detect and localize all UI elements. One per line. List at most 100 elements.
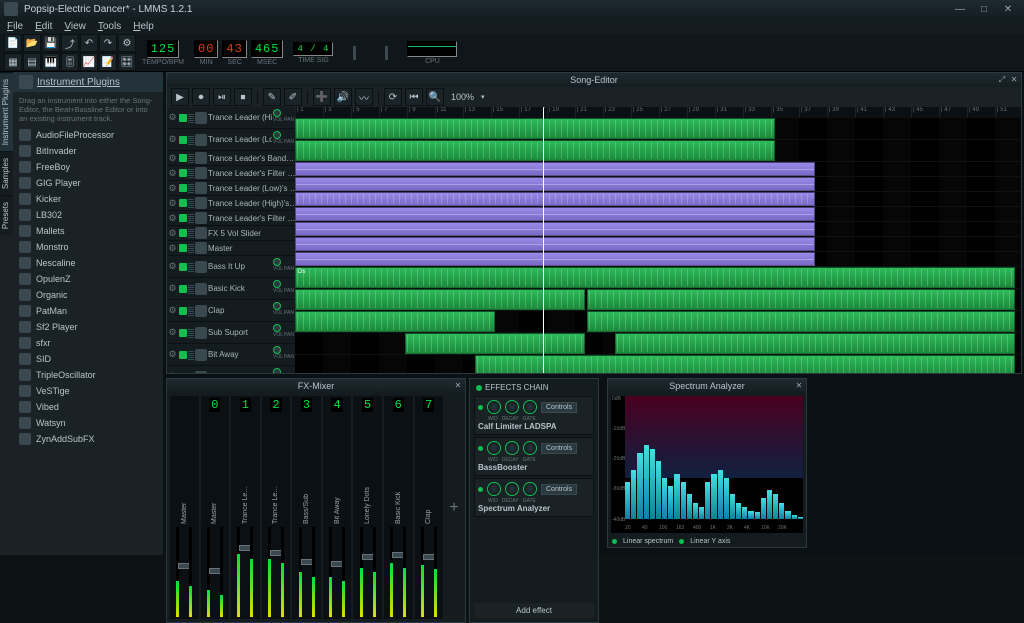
gate-knob[interactable] bbox=[523, 441, 537, 455]
menu-help[interactable]: Help bbox=[128, 20, 159, 33]
clip[interactable] bbox=[295, 192, 815, 206]
track-grip-icon[interactable] bbox=[188, 135, 194, 145]
tempo-display[interactable]: 125 bbox=[147, 40, 180, 58]
effect-enable-led[interactable] bbox=[478, 405, 483, 410]
track-instrument-icon[interactable] bbox=[195, 242, 207, 254]
track-header[interactable]: ⚙Bit AwayVOL PAN bbox=[167, 344, 295, 366]
plugin-item[interactable]: TripleOscillator bbox=[13, 367, 163, 383]
clip[interactable] bbox=[295, 252, 815, 266]
gate-knob[interactable] bbox=[523, 400, 537, 414]
menu-file[interactable]: File bbox=[2, 20, 28, 33]
track-gear-icon[interactable]: ⚙ bbox=[167, 134, 178, 145]
decay-knob[interactable] bbox=[505, 482, 519, 496]
track-name[interactable]: Trance Leader's Filter … bbox=[208, 169, 295, 178]
window-maximize-button[interactable]: □ bbox=[972, 2, 996, 16]
effect-controls-button[interactable]: Controls bbox=[541, 402, 577, 413]
add-automation-button[interactable]: 〰 bbox=[355, 88, 373, 106]
clip[interactable]: Ds bbox=[295, 267, 1015, 288]
fx-channel[interactable]: 1Trance Le… bbox=[231, 396, 260, 619]
track-lane[interactable] bbox=[295, 207, 1021, 222]
track-name[interactable]: Bass It Up bbox=[208, 262, 272, 271]
clip[interactable] bbox=[405, 333, 585, 354]
piano-roll-button[interactable]: 🎹 bbox=[42, 53, 60, 71]
track-gear-icon[interactable]: ⚙ bbox=[167, 112, 178, 123]
plugin-item[interactable]: SID bbox=[13, 351, 163, 367]
track-mute-button[interactable] bbox=[179, 329, 187, 337]
track-vol-knob[interactable] bbox=[273, 368, 281, 374]
fx-effect-slot[interactable]: ControlsW/DDECAYGATESpectrum Analyzer bbox=[474, 478, 594, 517]
fx-channel[interactable]: 2Trance Le… bbox=[262, 396, 291, 619]
add-track-button[interactable]: ➕ bbox=[313, 88, 331, 106]
chain-enable-led[interactable] bbox=[476, 385, 482, 391]
track-grip-icon[interactable] bbox=[188, 243, 194, 253]
track-name[interactable]: Lonely Dots bbox=[208, 372, 272, 373]
track-gear-icon[interactable]: ⚙ bbox=[167, 283, 178, 294]
wd-knob[interactable] bbox=[487, 482, 501, 496]
fx-channel[interactable]: 6Basic Kick bbox=[384, 396, 413, 619]
track-timeline-area[interactable]: | 1| 3| 5| 7| 9| 11| 13| 15| 17| 19| 21|… bbox=[295, 107, 1021, 373]
track-name[interactable]: Trance Leader's Band… bbox=[208, 154, 295, 163]
edit-mode-button[interactable]: ✐ bbox=[284, 88, 302, 106]
plugin-item[interactable]: Watsyn bbox=[13, 415, 163, 431]
plugin-item[interactable]: VeSTige bbox=[13, 383, 163, 399]
decay-knob[interactable] bbox=[505, 441, 519, 455]
track-name[interactable]: Basic Kick bbox=[208, 284, 272, 293]
menu-edit[interactable]: Edit bbox=[30, 20, 57, 33]
settings-button[interactable]: ⚙ bbox=[118, 34, 136, 52]
clip[interactable] bbox=[295, 177, 815, 191]
timesig-display[interactable]: 4 / 4 bbox=[293, 42, 333, 56]
clip[interactable] bbox=[295, 311, 495, 332]
plugin-item[interactable]: OpulenZ bbox=[13, 271, 163, 287]
track-instrument-icon[interactable] bbox=[195, 371, 207, 374]
clip[interactable] bbox=[475, 355, 1015, 373]
fx-effect-slot[interactable]: ControlsW/DDECAYGATEBassBooster bbox=[474, 437, 594, 476]
track-instrument-icon[interactable] bbox=[195, 152, 207, 164]
track-lane[interactable] bbox=[295, 355, 1021, 373]
panel-close-icon[interactable]: ✕ bbox=[794, 381, 804, 391]
track-gear-icon[interactable]: ⚙ bbox=[167, 349, 178, 360]
track-header[interactable]: ⚙Trance Leader's Filter … bbox=[167, 166, 295, 181]
sidebar-tab[interactable]: Presets bbox=[0, 195, 13, 235]
fx-fader[interactable] bbox=[241, 527, 249, 617]
track-instrument-icon[interactable] bbox=[195, 182, 207, 194]
clip[interactable] bbox=[295, 118, 775, 139]
track-lane[interactable] bbox=[295, 289, 1021, 311]
rewind-button[interactable]: ⏮ bbox=[405, 88, 423, 106]
window-minimize-button[interactable]: — bbox=[948, 2, 972, 16]
track-vol-knob[interactable] bbox=[273, 280, 281, 288]
track-name[interactable]: Bit Away bbox=[208, 350, 272, 359]
track-grip-icon[interactable] bbox=[188, 306, 194, 316]
window-close-button[interactable]: ✕ bbox=[996, 2, 1020, 16]
fx-fader[interactable] bbox=[364, 527, 372, 617]
fx-mixer-titlebar[interactable]: FX-Mixer ✕ bbox=[167, 379, 465, 393]
plugin-item[interactable]: GIG Player bbox=[13, 175, 163, 191]
timeline-ruler[interactable]: | 1| 3| 5| 7| 9| 11| 13| 15| 17| 19| 21|… bbox=[295, 107, 1021, 118]
track-gear-icon[interactable]: ⚙ bbox=[167, 243, 178, 254]
fx-fader[interactable] bbox=[303, 527, 311, 617]
track-name[interactable]: Sub Suport bbox=[208, 328, 272, 337]
track-mute-button[interactable] bbox=[179, 307, 187, 315]
clip[interactable] bbox=[295, 237, 815, 251]
draw-mode-button[interactable]: ✎ bbox=[263, 88, 281, 106]
track-gear-icon[interactable]: ⚙ bbox=[167, 327, 178, 338]
track-grip-icon[interactable] bbox=[188, 350, 194, 360]
fx-effect-slot[interactable]: ControlsW/DDECAYGATECalf Limiter LADSPA bbox=[474, 396, 594, 435]
track-header[interactable]: ⚙Basic KickVOL PAN bbox=[167, 278, 295, 300]
clip[interactable] bbox=[587, 311, 1015, 332]
bb-editor-button[interactable]: ▤ bbox=[23, 53, 41, 71]
track-lane[interactable] bbox=[295, 237, 1021, 252]
track-instrument-icon[interactable] bbox=[195, 212, 207, 224]
track-header[interactable]: ⚙ClapVOL PAN bbox=[167, 300, 295, 322]
track-gear-icon[interactable]: ⚙ bbox=[167, 153, 178, 164]
fx-fader[interactable] bbox=[180, 527, 188, 617]
effect-enable-led[interactable] bbox=[478, 487, 483, 492]
track-name[interactable]: Clap bbox=[208, 306, 272, 315]
track-header[interactable]: ⚙Trance Leader's Filter … bbox=[167, 211, 295, 226]
fx-channel[interactable]: 7Clap bbox=[415, 396, 444, 619]
track-header[interactable]: ⚙Master bbox=[167, 241, 295, 256]
track-grip-icon[interactable] bbox=[188, 113, 194, 123]
track-lane[interactable] bbox=[295, 222, 1021, 237]
track-lane[interactable] bbox=[295, 177, 1021, 192]
track-lane[interactable] bbox=[295, 252, 1021, 267]
track-instrument-icon[interactable] bbox=[195, 283, 207, 295]
